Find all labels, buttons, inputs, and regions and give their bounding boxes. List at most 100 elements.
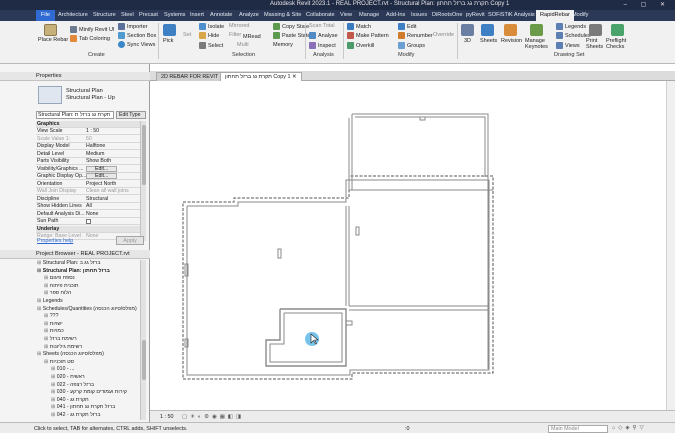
browser-scrollbar[interactable] [140, 260, 146, 420]
property-row[interactable]: Discipline Structural [36, 196, 140, 203]
tab-precast[interactable]: Precast [139, 12, 158, 18]
browser-item[interactable]: ⊞ Legends [37, 298, 63, 304]
underlay-section[interactable]: Underlay [36, 226, 140, 233]
property-value[interactable]: Edit... [86, 173, 118, 179]
property-value[interactable]: Clean all wall joins [86, 188, 129, 194]
property-row[interactable]: Sun Path [36, 218, 140, 225]
multi-button[interactable]: Multi [237, 42, 249, 48]
sun-path-checkbox[interactable] [86, 219, 91, 224]
view-control-icons[interactable]: ▢☀◐⚙◉▦◧◨ [182, 414, 244, 420]
browser-item[interactable]: ⊞ Structural Plan: ברזל תחתון [37, 268, 110, 274]
browser-item[interactable]: ⊞ סט תוכניות [44, 359, 74, 365]
3d-button[interactable]: 3D [464, 38, 471, 44]
tab-file[interactable]: File [36, 10, 56, 21]
property-row[interactable]: Default Analysis Di... None [36, 211, 140, 218]
close-icon[interactable]: ✕ [292, 74, 297, 80]
preflight-checks-button[interactable]: Preflight Checks [606, 38, 632, 50]
property-row[interactable]: Show Hidden Lines All [36, 203, 140, 210]
properties-help-link[interactable]: Properties help [37, 238, 73, 244]
importer-button[interactable]: Importer [118, 23, 147, 30]
browser-item[interactable]: ⊞ 030 - קירות ועמודים קומת קרקע [51, 389, 127, 395]
manage-keynotes-button[interactable]: Manage Keynotes [525, 38, 551, 50]
graphics-section[interactable]: Graphics [36, 121, 140, 128]
property-value[interactable]: 50 [86, 136, 92, 142]
property-value[interactable]: All [86, 203, 92, 209]
legends-button[interactable]: Legends [556, 23, 586, 30]
revision-button[interactable]: Revision [501, 38, 522, 44]
browser-item[interactable]: ⊞ ??? [44, 313, 58, 319]
print-sheets-button[interactable]: Print Sheets [586, 38, 606, 50]
browser-item[interactable]: ⊞ תוכנית פיתוח [44, 283, 79, 289]
canvas-scrollbar[interactable] [666, 81, 675, 410]
mirrored-button[interactable]: Mirrored [229, 23, 249, 29]
place-rebar-button[interactable]: Place Rebar [38, 37, 68, 43]
tab-dirootsone[interactable]: DiRootsOne [432, 12, 462, 18]
select-button[interactable]: Select [199, 42, 223, 49]
scan-total-button[interactable]: Scan Total [309, 23, 335, 29]
views-button[interactable]: Views [556, 42, 580, 49]
tab-structure[interactable]: Structure [93, 12, 116, 18]
active-model-field[interactable]: Main Model [548, 425, 608, 433]
drawing-canvas[interactable] [150, 81, 666, 410]
property-value[interactable]: 1 : 50 [86, 128, 99, 134]
type-selector[interactable]: Structural Plan: תקרת גג ברזל ת [36, 111, 114, 119]
isolate-button[interactable]: Isolate [199, 23, 224, 30]
edit-type-button[interactable]: Edit Type [116, 111, 146, 119]
browser-item[interactable]: ⊞ רשימת גיליונות [44, 344, 82, 350]
window-controls[interactable]: – ▢ ✕ [624, 1, 671, 8]
copy-state-button[interactable]: Copy State [273, 23, 309, 30]
groups-button[interactable]: Groups [398, 42, 425, 49]
browser-item[interactable]: ⊞ Sheets (מפלס/סיווג הכנסה) [37, 351, 104, 357]
browser-item[interactable]: ⊞ 010 - ... [51, 366, 74, 372]
property-value[interactable]: Structural [86, 196, 108, 202]
property-value[interactable]: Show Both [86, 158, 111, 164]
tab-architecture[interactable]: Architecture [58, 12, 88, 18]
property-value[interactable]: None [86, 211, 98, 217]
tab-manage[interactable]: Manage [359, 12, 379, 18]
sheets-button[interactable]: Sheets [480, 38, 497, 44]
property-row[interactable]: Visibility/Graphics ... Edit... [36, 165, 140, 173]
property-row[interactable]: Detail Level Medium [36, 151, 140, 158]
browser-item[interactable]: ⊞ 041 - ברזל תקרת גג תחתון [51, 404, 115, 410]
tab-view[interactable]: View [340, 12, 352, 18]
browser-item[interactable]: ⊞ נספח פיגום [44, 275, 75, 281]
tab-collaborate[interactable]: Collaborate [306, 12, 335, 18]
property-row[interactable]: View Scale 1 : 50 [36, 128, 140, 135]
overkill-button[interactable]: Overkill [347, 42, 374, 49]
browser-item[interactable]: ⊞ Structural Plan: ברזל גג ב [37, 260, 100, 266]
status-tool-icons[interactable]: ⌂◇◈⚲▽ [612, 425, 647, 431]
property-value[interactable]: Edit... [86, 165, 118, 172]
property-row[interactable]: Parts Visibility Show Both [36, 158, 140, 165]
property-row[interactable]: Wall Join Display Clean all wall joins [36, 188, 140, 195]
view-scale[interactable]: 1 : 50 [160, 414, 174, 420]
make-pattern-button[interactable]: Make Pattern [347, 32, 389, 39]
browser-scroll-thumb[interactable] [142, 340, 146, 380]
tab-systems[interactable]: Systems [164, 12, 185, 18]
minify-button[interactable]: Minify Revit UI [70, 26, 114, 33]
browser-item[interactable]: ⊞ 022 - ברזל רצפה [51, 382, 94, 388]
tab-pyrevit[interactable]: pyRevit [466, 12, 485, 18]
apply-button[interactable]: Apply [116, 236, 144, 245]
tab-massing-site[interactable]: Massing & Site [264, 12, 301, 18]
view-tab-active[interactable]: תקרת גג ברזל תחתון Copy 1 ✕ [220, 72, 302, 81]
property-row[interactable]: Graphic Display Op... Edit... [36, 173, 140, 180]
browser-item[interactable]: ⊞ כמויות [44, 328, 64, 334]
memory-button[interactable]: Memory [273, 42, 293, 48]
tab-modify[interactable]: Modify [572, 12, 588, 18]
analyse-button[interactable]: Analyse [309, 32, 338, 39]
tab-coloring-button[interactable]: Tab Coloring [70, 35, 110, 42]
browser-item[interactable]: ⊞ הלוח ספר [44, 290, 71, 296]
tab-add-ins[interactable]: Add-Ins [386, 12, 405, 18]
filter-button[interactable]: Filter [229, 32, 241, 38]
property-value[interactable]: Project North [86, 181, 116, 187]
sync-views-button[interactable]: Sync Views [118, 41, 155, 48]
set-button[interactable]: Set [183, 32, 191, 38]
browser-item[interactable]: ⊞ 042 - ברזל תקרת גג [51, 412, 100, 418]
tab-issues[interactable]: Issues [411, 12, 427, 18]
tab-sofistik[interactable]: SOFiSTiK Analysis [488, 12, 535, 18]
tab-insert[interactable]: Insert [190, 12, 204, 18]
pick-button[interactable]: Pick [163, 38, 173, 44]
property-row[interactable]: Orientation Project North [36, 181, 140, 188]
property-row[interactable]: Scale Value 1: 50 [36, 136, 140, 143]
section-box-button[interactable]: Section Box [118, 32, 156, 39]
